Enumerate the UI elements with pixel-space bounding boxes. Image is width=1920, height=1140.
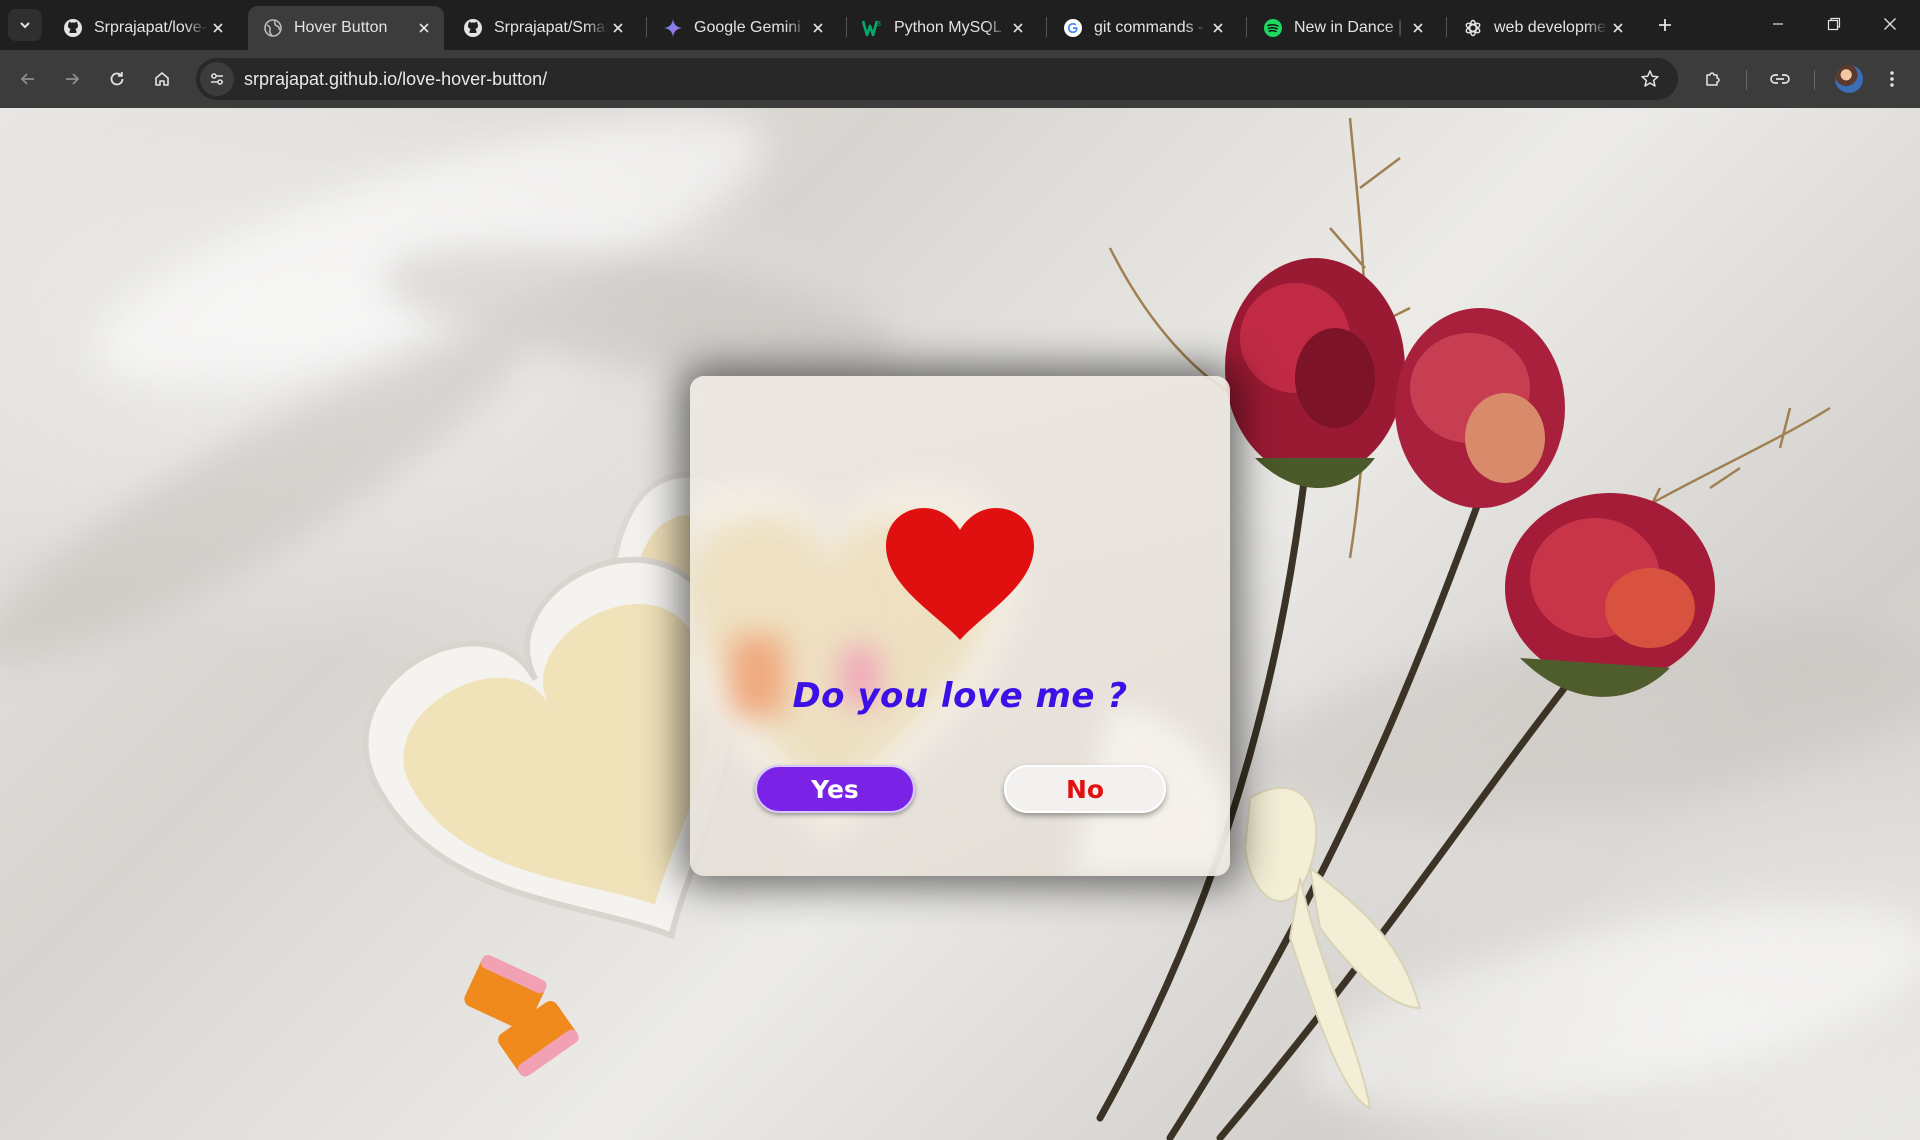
tab-separator: [1246, 17, 1247, 37]
tab-separator: [846, 17, 847, 37]
github-icon: [462, 17, 484, 39]
forward-arrow-icon: [66, 73, 80, 85]
reload-icon: [110, 72, 124, 86]
close-window-button[interactable]: [1862, 0, 1918, 48]
link-button[interactable]: [1764, 63, 1796, 95]
tab-separator: [1446, 17, 1447, 37]
bookmark-button[interactable]: [1634, 63, 1666, 95]
tab-title: Srprajapat/love-h: [94, 19, 208, 36]
tab-title: Google Gemini: [694, 19, 801, 36]
close-icon[interactable]: [414, 18, 434, 38]
tab-separator: [646, 17, 647, 37]
heart-icon: [886, 508, 1034, 640]
minimize-button[interactable]: [1750, 0, 1806, 48]
extensions-button[interactable]: [1697, 63, 1729, 95]
svg-text:3: 3: [877, 21, 881, 28]
tab-title: New in Dance | S: [1294, 19, 1408, 36]
avatar[interactable]: [1835, 65, 1863, 93]
chevron-down-icon: [20, 22, 30, 29]
back-button[interactable]: [12, 63, 44, 95]
tab-spotify[interactable]: New in Dance | S: [1248, 6, 1438, 50]
back-arrow-icon: [20, 73, 34, 85]
rose: [1395, 308, 1565, 508]
w3schools-icon: 3: [862, 17, 884, 39]
minimize-icon: [1773, 23, 1783, 25]
tab-title: git commands -: [1094, 19, 1204, 36]
site-info-button[interactable]: [200, 62, 234, 96]
ribbon: [1243, 786, 1422, 1110]
tab-separator: [1046, 17, 1047, 37]
toolbar-separator: [1746, 70, 1747, 90]
tab-title: Srprajapat/Smart: [494, 19, 608, 36]
plus-icon: [1659, 19, 1671, 31]
tab-search-button[interactable]: [8, 9, 42, 41]
love-card: Do you love me ? Yes No: [690, 376, 1230, 876]
close-icon: [1884, 18, 1896, 30]
address-bar[interactable]: srprajapat.github.io/love-hover-button/: [196, 58, 1678, 100]
browser-toolbar: srprajapat.github.io/love-hover-button/: [0, 50, 1920, 108]
spotify-icon: [1262, 17, 1284, 39]
close-icon[interactable]: [1608, 18, 1628, 38]
no-button[interactable]: No: [1004, 765, 1166, 813]
rose: [1505, 493, 1715, 697]
home-button[interactable]: [146, 63, 178, 95]
puzzle-icon: [1706, 72, 1720, 86]
tab-title: web developmen: [1494, 19, 1608, 36]
close-icon[interactable]: [208, 18, 228, 38]
link-icon: [1770, 74, 1790, 84]
page-viewport: Do you love me ? Yes No: [0, 108, 1920, 1140]
tab-web-development[interactable]: web developmen: [1448, 6, 1638, 50]
love-question: Do you love me ?: [792, 676, 1128, 716]
url-text[interactable]: srprajapat.github.io/love-hover-button/: [244, 69, 547, 90]
new-tab-button[interactable]: [1652, 12, 1678, 38]
restore-icon: [1827, 17, 1841, 31]
reload-button[interactable]: [101, 63, 133, 95]
rose: [1225, 258, 1405, 488]
tab-python-mysql[interactable]: 3 Python MySQL C: [848, 6, 1038, 50]
star-icon: [1641, 70, 1659, 87]
tab-srprajapat-smart[interactable]: Srprajapat/Smart: [448, 6, 638, 50]
github-icon: [62, 17, 84, 39]
gemini-icon: [662, 17, 684, 39]
toolbar-separator: [1814, 70, 1815, 90]
close-icon[interactable]: [608, 18, 628, 38]
tab-title: Hover Button: [294, 19, 388, 36]
close-icon[interactable]: [808, 18, 828, 38]
yes-button[interactable]: Yes: [755, 765, 915, 813]
tab-git-commands[interactable]: git commands -: [1048, 6, 1238, 50]
more-vert-icon: [1890, 71, 1894, 87]
globe-icon: [262, 17, 284, 39]
tune-icon: [211, 73, 223, 85]
close-icon[interactable]: [1008, 18, 1028, 38]
home-icon: [155, 72, 169, 86]
menu-button[interactable]: [1876, 63, 1908, 95]
tab-hover-button[interactable]: Hover Button: [248, 6, 444, 50]
forward-button[interactable]: [56, 63, 88, 95]
openai-icon: [1462, 17, 1484, 39]
google-icon: [1062, 17, 1084, 39]
close-icon[interactable]: [1408, 18, 1428, 38]
tab-srprajapat-love[interactable]: Srprajapat/love-h: [48, 6, 238, 50]
tab-google-gemini[interactable]: Google Gemini: [648, 6, 838, 50]
restore-button[interactable]: [1806, 0, 1862, 48]
tab-title: Python MySQL C: [894, 19, 1008, 36]
tab-strip: Srprajapat/love-h Hover Button Srprajapa…: [0, 0, 1920, 50]
close-icon[interactable]: [1208, 18, 1228, 38]
